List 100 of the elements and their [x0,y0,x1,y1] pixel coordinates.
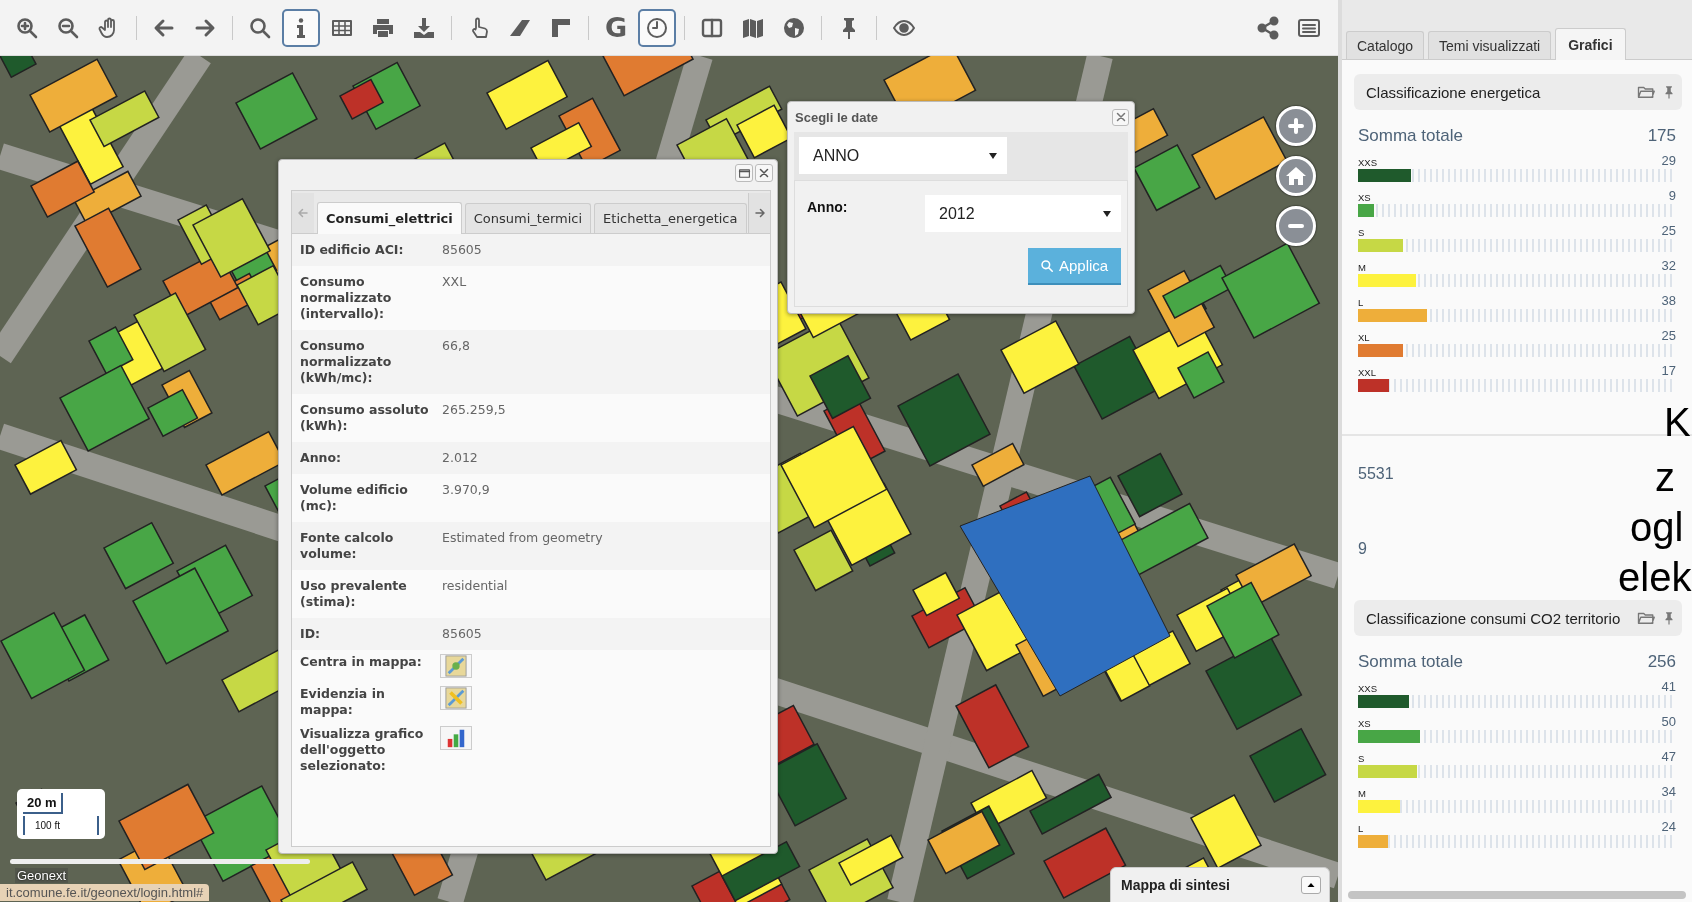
maximize-button[interactable] [735,164,753,182]
chart-button[interactable] [440,726,472,750]
close-button[interactable] [1112,108,1129,126]
class-count: 50 [1661,714,1676,729]
close-icon [1114,111,1127,123]
zoom-in-icon [15,15,39,40]
field-label: Consumo normalizzato (kWh/mc): [300,338,393,386]
map-locate-icon [445,655,467,677]
figure-value: 9 [1358,539,1367,558]
locate-button[interactable] [440,654,472,678]
class-count: 29 [1661,153,1676,168]
status-url: it.comune.fe.it/geonext/login.html# [0,884,210,901]
overlay-text: elek [1618,555,1692,599]
class-label: M [1358,262,1366,273]
overlay-text: K [1664,400,1691,444]
field-label: Uso prevalente (stima): [300,578,408,610]
share-icon [1256,15,1280,40]
time-button[interactable] [638,8,676,47]
class-count: 25 [1661,328,1676,343]
arrow-left-icon [297,207,309,219]
slider-track[interactable] [10,859,310,864]
class-label: XS [1358,192,1371,203]
clock-icon [645,15,669,40]
highlight-button[interactable] [440,686,472,710]
house-icon [1284,164,1308,188]
class-label: XXS [1358,683,1377,694]
field-label: ID: [300,626,322,642]
field-value: 85605 [441,626,482,642]
period-dropdown[interactable]: ANNO [799,137,1007,174]
field-label: Visualizza grafico dell'oggetto selezionato: [300,726,425,774]
class-label: S [1358,227,1365,238]
class-count: 25 [1661,223,1676,238]
expand-button[interactable] [1301,876,1321,894]
total-label: Somma totale [1358,126,1463,146]
total-value: 256 [1647,652,1676,672]
field-label: Consumo assoluto (kWh): [300,402,430,434]
field-value: residential [441,578,508,595]
zoom-out-button[interactable] [1276,206,1316,246]
globe-icon [782,15,806,40]
class-count: 17 [1661,363,1676,378]
home-button[interactable] [1276,156,1316,196]
class-count: 41 [1661,679,1676,694]
figure-value: 5531 [1358,464,1394,483]
total-label: Somma totale [1358,652,1463,672]
scrollbar[interactable] [1348,891,1686,899]
zoom-out-icon [56,15,80,40]
tab[interactable]: Temi visualizzati [1428,31,1552,59]
overlay-text: z [1655,455,1675,499]
class-count: 38 [1661,293,1676,308]
zoom-in-button[interactable] [1276,106,1316,146]
field-label: Consumo normalizzato (intervallo): [300,274,393,322]
field-value: 3.970,9 [441,482,490,499]
class-count: 32 [1661,258,1676,273]
class-count: 9 [1668,188,1676,203]
overlay-text: ogl [1630,505,1684,549]
close-icon [758,167,770,179]
panel-title: Mappa di sintesi [1121,877,1230,893]
tab[interactable]: Etichetta_energetica [594,203,747,233]
search-icon [1040,258,1054,273]
tab[interactable]: Consumi_elettrici [317,202,462,234]
field-label: Fonte calcolo volume: [300,530,395,562]
field-value: 85605 [441,242,482,258]
field-label: Centra in mappa: [300,654,423,671]
chart-title: Classificazione energetica [1366,83,1541,101]
field-label: Volume edificio (mc): [300,482,409,514]
tab[interactable]: Grafici [1555,28,1626,60]
class-count: 24 [1661,819,1676,834]
dialog-title: Scegli le date [795,109,879,125]
field-label: Anno: [300,450,343,466]
class-label: L [1358,297,1364,308]
class-label: S [1358,753,1365,764]
field-label: Evidenzia in mappa: [300,686,386,718]
class-label: M [1358,788,1366,799]
class-count: 34 [1661,784,1676,799]
class-count: 47 [1661,749,1676,764]
field-value: 66,8 [441,338,470,355]
chart-title: Classificazione consumi CO2 territorio [1366,609,1621,627]
search-icon [248,15,272,40]
class-label: XS [1358,718,1371,729]
bar-chart-icon [445,727,467,749]
download-icon [412,15,436,40]
scale-label: 20 m [23,793,63,814]
close-button[interactable] [755,164,773,182]
map-highlight-icon [445,687,467,709]
field-value: 2.012 [441,450,478,466]
total-value: 175 [1647,126,1676,146]
class-label: XXL [1358,367,1376,378]
year-dropdown[interactable]: 2012 [925,195,1121,232]
field-value: 265.259,5 [441,402,506,419]
field-value: XXL [441,274,467,291]
minus-icon [1288,223,1304,229]
scroll-right-button[interactable] [748,193,770,233]
info-button[interactable] [282,8,320,47]
class-label: L [1358,823,1364,834]
field-label: ID edificio ACI: [300,242,405,258]
window-icon [737,166,751,180]
tab[interactable]: Catalogo [1346,31,1425,59]
tab[interactable]: Consumi_termici [464,203,592,233]
arrow-right-icon [753,207,766,219]
class-label: XXS [1358,157,1377,168]
